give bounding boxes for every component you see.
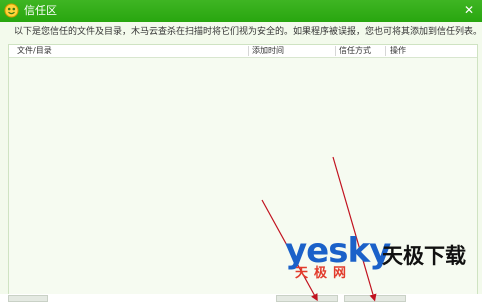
notice-text: 以下是您信任的文件及目录，木马云查杀在扫描时将它们视为安全的。如果程序被误报，您… [14,27,482,37]
trust-zone-window: 信任区 ✕ 以下是您信任的文件及目录，木马云查杀在扫描时将它们视为安全的。如果程… [0,0,482,302]
column-header-file-dir[interactable]: 文件/目录 [17,45,52,57]
trust-shield-icon [4,3,19,18]
column-header-trust-method[interactable]: 信任方式 [339,45,371,57]
column-separator[interactable] [248,46,249,56]
watermark-brand: 天极下载 [382,244,466,268]
watermark-logo-text: yesky [285,231,391,271]
close-icon[interactable]: ✕ [461,2,477,18]
watermark-logo-cn: 天极网 [295,266,353,281]
column-separator[interactable] [385,46,386,56]
bottom-left-button[interactable] [8,295,48,302]
column-header-add-time[interactable]: 添加时间 [252,45,284,57]
title-bar: 信任区 ✕ [0,0,482,22]
column-header-action[interactable]: 操作 [390,45,406,57]
window-title: 信任区 [24,4,57,17]
column-separator[interactable] [335,46,336,56]
watermark: yesky 天极网 天极下载 [285,232,482,302]
list-header: 文件/目录 添加时间 信任方式 操作 [9,45,477,58]
